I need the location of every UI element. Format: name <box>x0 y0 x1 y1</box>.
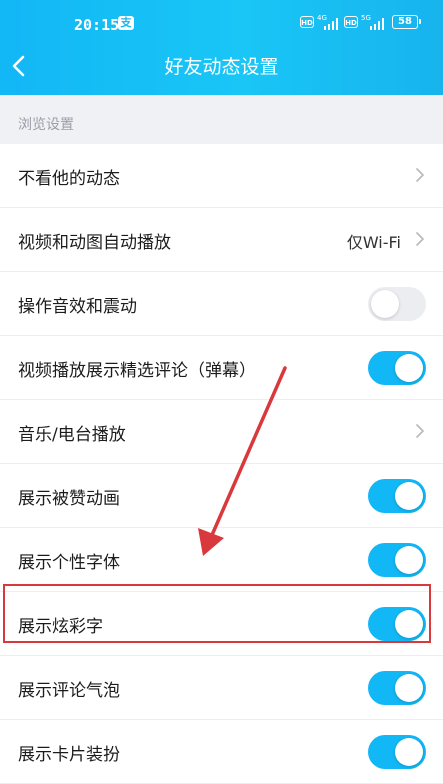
sound-vibration-toggle[interactable] <box>368 287 426 321</box>
hd-icon: HD <box>344 16 358 28</box>
row-label: 视频和动图自动播放 <box>18 233 171 253</box>
toggle-knob <box>395 674 423 702</box>
row-card-decoration: 展示卡片装扮 <box>0 720 443 784</box>
signal-bars-icon <box>324 18 338 30</box>
row-hide-his-posts[interactable]: 不看他的动态 <box>0 144 443 208</box>
toggle-knob <box>395 354 423 382</box>
sim1-signal: HD 4G <box>300 14 342 30</box>
row-custom-font: 展示个性字体 <box>0 528 443 592</box>
row-like-animation: 展示被赞动画 <box>0 464 443 528</box>
row-label: 展示个性字体 <box>18 553 120 573</box>
comment-bubble-toggle[interactable] <box>368 671 426 705</box>
row-comment-bubble: 展示评论气泡 <box>0 656 443 720</box>
chevron-right-icon <box>416 424 424 438</box>
row-label: 音乐/电台播放 <box>18 425 126 445</box>
row-label: 展示卡片装扮 <box>18 745 120 765</box>
toggle-knob <box>395 738 423 766</box>
card-decoration-toggle[interactable] <box>368 735 426 769</box>
row-label: 视频播放展示精选评论（弹幕） <box>18 361 256 381</box>
annotation-highlight-box <box>3 584 431 643</box>
section-label-browse: 浏览设置 <box>18 117 74 133</box>
signal-bars-icon <box>370 18 384 30</box>
page-title: 好友动态设置 <box>164 56 279 78</box>
status-bar: 20:15 支 HD 4G HD 5G 58 <box>0 0 443 48</box>
row-label: 展示评论气泡 <box>18 681 120 701</box>
chevron-right-icon <box>416 168 424 182</box>
hd-icon: HD <box>300 16 314 28</box>
sim2-signal: HD 5G <box>344 14 388 30</box>
alipay-notification-icon: 支 <box>118 16 134 30</box>
toggle-knob <box>395 482 423 510</box>
settings-list: 不看他的动态 视频和动图自动播放 仅Wi-Fi 操作音效和震动 视频播放展示精选… <box>0 144 443 784</box>
battery-icon: 58 <box>392 15 421 29</box>
chevron-right-icon <box>416 232 424 246</box>
row-video-danmaku: 视频播放展示精选评论（弹幕） <box>0 336 443 400</box>
like-animation-toggle[interactable] <box>368 479 426 513</box>
row-sound-vibration: 操作音效和震动 <box>0 272 443 336</box>
toggle-knob <box>371 290 399 318</box>
row-value: 仅Wi-Fi <box>346 233 401 252</box>
toggle-knob <box>395 546 423 574</box>
row-video-autoplay[interactable]: 视频和动图自动播放 仅Wi-Fi <box>0 208 443 272</box>
video-danmaku-toggle[interactable] <box>368 351 426 385</box>
row-music-radio[interactable]: 音乐/电台播放 <box>0 400 443 464</box>
status-time: 20:15 <box>74 16 120 34</box>
row-label: 展示被赞动画 <box>18 489 120 509</box>
row-label: 操作音效和震动 <box>18 297 137 317</box>
custom-font-toggle[interactable] <box>368 543 426 577</box>
app-header: 20:15 支 HD 4G HD 5G 58 好友动态设置 <box>0 0 443 95</box>
row-label: 不看他的动态 <box>18 169 120 189</box>
